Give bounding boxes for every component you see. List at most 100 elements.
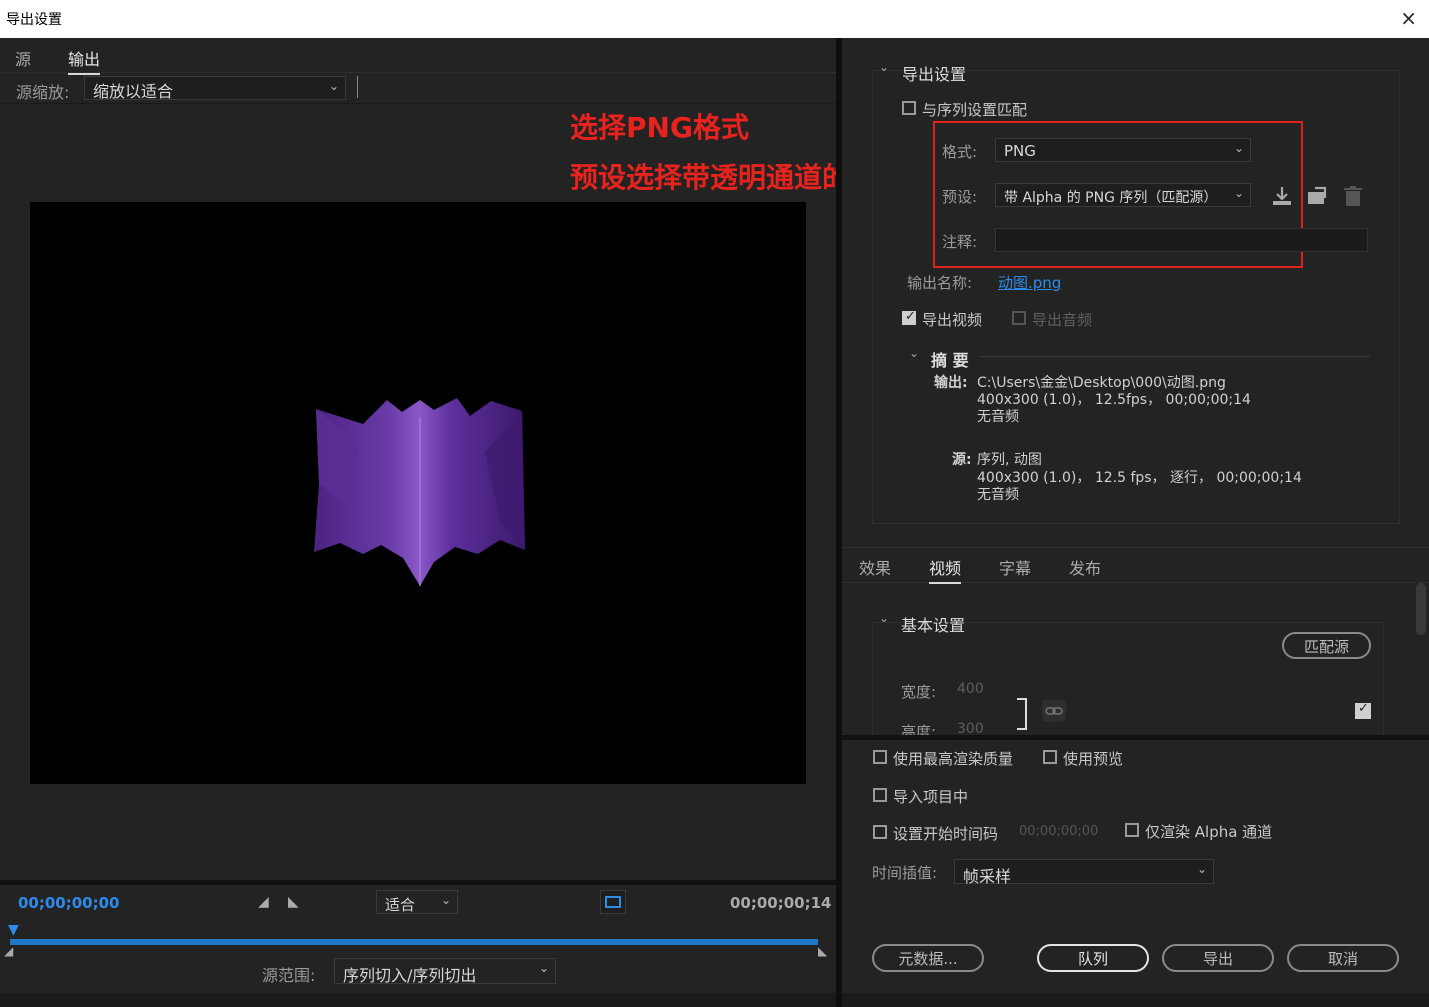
link-bracket	[1017, 698, 1027, 730]
tab-publish[interactable]: 发布	[1069, 555, 1101, 579]
options-divider	[842, 735, 1429, 740]
preset-dropdown[interactable]: 带 Alpha 的 PNG 序列（匹配源） ⌄	[995, 183, 1251, 207]
chevron-down-icon: ⌄	[1233, 186, 1244, 200]
summary-title: 摘 要	[931, 351, 969, 370]
aspect-icon	[605, 896, 621, 908]
summary-output-line1: C:\Users\金金\Desktop\000\动图.png	[977, 375, 1226, 391]
format-label: 格式:	[942, 143, 978, 161]
timeline-range-bar[interactable]	[10, 939, 818, 945]
link-dimensions-icon[interactable]	[1042, 700, 1066, 722]
save-preset-icon[interactable]	[1270, 184, 1294, 212]
close-icon[interactable]: ×	[1400, 6, 1417, 30]
window-title: 导出设置	[6, 12, 62, 28]
chevron-down-icon[interactable]: ⌄	[879, 60, 889, 74]
aspect-toggle-button[interactable]	[600, 890, 626, 914]
format-value: PNG	[1004, 142, 1036, 160]
set-start-timecode-checkbox[interactable]	[873, 825, 887, 839]
time-interpolation-dropdown[interactable]: 帧采样 ⌄	[954, 859, 1214, 886]
end-timecode: 00;00;00;14	[730, 894, 832, 912]
match-source-button[interactable]: 匹配源	[1282, 632, 1371, 659]
fit-dropdown[interactable]: 适合 ⌄	[376, 890, 458, 914]
playhead-icon[interactable]: ▼	[8, 922, 19, 938]
summary-output-line2: 400x300 (1.0)， 12.5fps， 00;00;00;14	[977, 392, 1251, 408]
set-start-timecode-label: 设置开始时间码	[893, 825, 999, 843]
time-interpolation-value: 帧采样	[963, 867, 1012, 886]
summary-divider	[980, 356, 1370, 357]
tab-captions[interactable]: 字幕	[999, 555, 1031, 579]
source-scale-row: 源缩放: 缩放以适合 ⌄	[0, 73, 836, 104]
chevron-down-icon[interactable]: ⌄	[909, 346, 919, 360]
import-preset-icon[interactable]	[1305, 184, 1331, 212]
comment-label: 注释:	[942, 233, 978, 251]
output-name-label: 输出名称:	[907, 274, 973, 292]
divider	[357, 76, 358, 98]
tab-source[interactable]: 源	[15, 46, 31, 70]
output-name-link[interactable]: 动图.png	[998, 272, 1061, 293]
time-interpolation-label: 时间插值:	[872, 864, 938, 882]
summary-source-line1: 序列, 动图	[977, 452, 1042, 468]
annotation-format: 选择PNG格式	[570, 111, 749, 144]
cancel-button[interactable]: 取消	[1287, 944, 1399, 972]
start-timecode[interactable]: 00;00;00;00	[18, 894, 120, 912]
chevron-down-icon: ⌄	[328, 79, 339, 93]
out-point-icon[interactable]: ◣	[818, 944, 827, 958]
summary-output-line3: 无音频	[977, 409, 1019, 425]
mark-in-icon[interactable]: ◢	[258, 894, 269, 910]
resolution-checkbox[interactable]	[1355, 701, 1371, 719]
delete-preset-icon[interactable]	[1342, 184, 1364, 212]
tab-output[interactable]: 输出	[68, 46, 101, 75]
preset-label: 预设:	[942, 188, 978, 206]
bottom-strip	[0, 993, 836, 1007]
settings-scrollbar[interactable]	[1416, 583, 1426, 635]
width-value[interactable]: 400	[957, 681, 984, 697]
fit-value: 适合	[385, 896, 416, 914]
source-scale-dropdown[interactable]: 缩放以适合 ⌄	[84, 76, 346, 101]
basic-settings-title: 基本设置	[901, 616, 966, 635]
summary-source-label: 源:	[952, 452, 972, 468]
settings-tabs: 效果 视频 字幕 发布	[842, 547, 1429, 584]
preset-value: 带 Alpha 的 PNG 序列（匹配源）	[1004, 190, 1218, 206]
export-video-label: 导出视频	[922, 311, 983, 329]
width-label: 宽度:	[901, 683, 937, 701]
use-previews-label: 使用预览	[1063, 750, 1124, 768]
bottom-strip-right	[842, 993, 1429, 1007]
max-render-quality-label: 使用最高渲染质量	[893, 750, 1014, 768]
summary-source-line3: 无音频	[977, 487, 1019, 503]
export-button[interactable]: 导出	[1162, 944, 1274, 972]
match-sequence-label: 与序列设置匹配	[922, 101, 1028, 119]
chevron-down-icon: ⌄	[538, 961, 549, 975]
export-audio-checkbox[interactable]	[1012, 311, 1026, 325]
format-dropdown[interactable]: PNG ⌄	[995, 138, 1251, 162]
tab-effects[interactable]: 效果	[859, 555, 891, 579]
chevron-down-icon: ⌄	[1196, 862, 1207, 876]
source-range-dropdown[interactable]: 序列切入/序列切出 ⌄	[334, 958, 556, 985]
preview-canvas	[30, 202, 806, 784]
source-scale-value: 缩放以适合	[93, 82, 174, 101]
mark-out-icon[interactable]: ◣	[288, 894, 299, 910]
metadata-button[interactable]: 元数据...	[872, 944, 984, 972]
render-alpha-only-label: 仅渲染 Alpha 通道	[1145, 823, 1273, 841]
max-render-quality-checkbox[interactable]	[873, 750, 887, 764]
tab-video[interactable]: 视频	[929, 555, 962, 584]
chevron-down-icon[interactable]: ⌄	[879, 611, 889, 625]
chevron-down-icon: ⌄	[440, 893, 451, 907]
match-sequence-checkbox[interactable]	[902, 101, 916, 115]
source-scale-label: 源缩放:	[16, 83, 70, 102]
preview-frame-image	[314, 398, 525, 586]
render-alpha-only-checkbox[interactable]	[1125, 823, 1139, 837]
source-range-label: 源范围:	[262, 966, 316, 985]
export-audio-label: 导出音频	[1032, 311, 1093, 329]
use-previews-checkbox[interactable]	[1043, 750, 1057, 764]
summary-output-label: 输出:	[934, 375, 968, 391]
start-timecode-field[interactable]: 00;00;00;00	[1019, 824, 1098, 839]
export-settings-title: 导出设置	[902, 65, 967, 84]
import-into-project-checkbox[interactable]	[873, 788, 887, 802]
export-video-checkbox[interactable]	[902, 309, 916, 325]
chevron-down-icon: ⌄	[1233, 141, 1244, 155]
preview-tabs: 源 输出	[0, 38, 836, 75]
title-bar: 导出设置 ×	[0, 0, 1429, 38]
comment-field[interactable]	[995, 228, 1368, 252]
source-range-value: 序列切入/序列切出	[343, 966, 477, 985]
in-point-icon[interactable]: ◢	[4, 944, 13, 958]
queue-button[interactable]: 队列	[1037, 944, 1149, 972]
